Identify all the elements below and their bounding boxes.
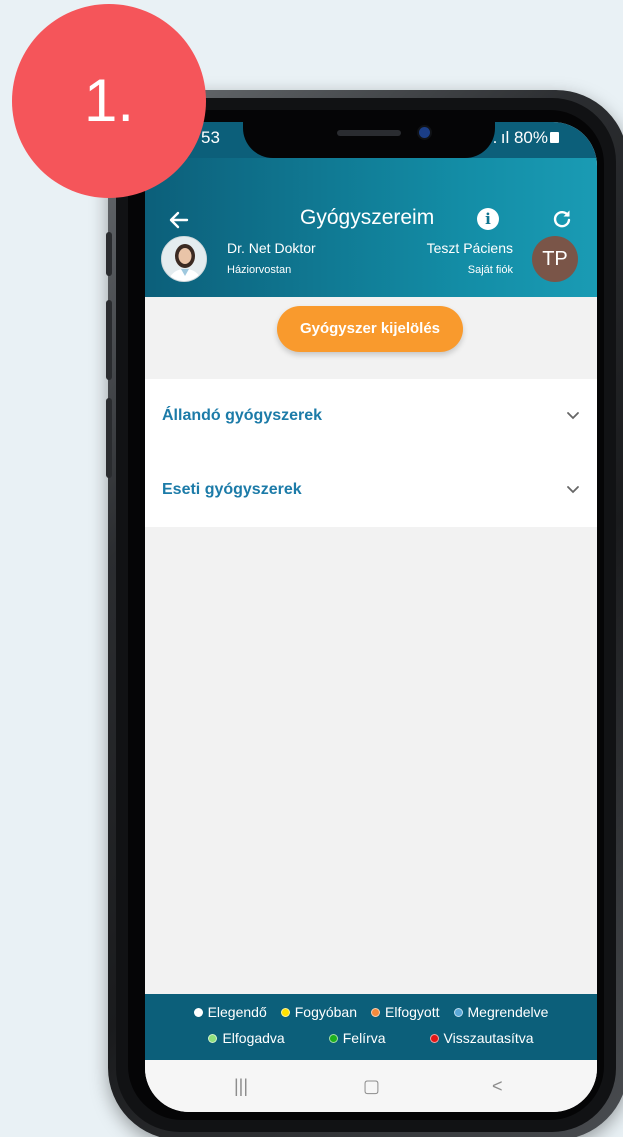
legend-label: Elegendő [207, 1004, 267, 1020]
select-medication-button[interactable]: Gyógyszer kijelölés [277, 306, 463, 352]
legend-label: Elfogyott [385, 1004, 440, 1020]
legend-dot [280, 1007, 290, 1017]
legend-label: Visszautasítva [443, 1030, 534, 1046]
back-arrow-icon[interactable] [167, 208, 191, 232]
accordion-label: Eseti gyógyszerek [162, 481, 302, 498]
home-button[interactable]: ▢ [363, 1076, 380, 1097]
chevron-down-icon [567, 412, 579, 420]
earpiece-speaker [337, 130, 401, 136]
status-time: 53 [201, 128, 220, 147]
app-screen: 53 … . ıl 80% Gyógyszereim i Dr. Net Dok… [145, 122, 597, 1112]
legend-dot [208, 1033, 218, 1043]
legend-label: Elfogadva [222, 1030, 285, 1046]
legend-dot [371, 1007, 381, 1017]
front-camera [419, 127, 430, 138]
volume-button [106, 300, 112, 380]
legend-dot [328, 1033, 338, 1043]
legend-item: Felírva [328, 1030, 386, 1046]
legend-item: Visszautasítva [429, 1030, 534, 1046]
medication-accordion: Állandó gyógyszerek Eseti gyógyszerek [145, 379, 597, 527]
patient-avatar[interactable]: TP [532, 236, 578, 282]
legend-label: Felírva [342, 1030, 386, 1046]
accordion-item-permanent[interactable]: Állandó gyógyszerek [145, 379, 597, 453]
doctor-photo-icon [162, 237, 206, 281]
back-nav-button[interactable]: < [492, 1076, 503, 1097]
volume-button [106, 232, 112, 276]
legend-dot [453, 1007, 463, 1017]
legend-item: Elegendő [193, 1004, 267, 1020]
page-title: Gyógyszereim [300, 206, 435, 229]
status-legend: Elegendő Fogyóban Elfogyott Megrendelve … [145, 994, 597, 1060]
doctor-avatar [161, 236, 207, 282]
legend-dot [193, 1007, 203, 1017]
battery-icon [550, 132, 559, 143]
legend-row-1: Elegendő Fogyóban Elfogyott Megrendelve [145, 1004, 597, 1020]
patient-account-label: Saját fiók [467, 264, 513, 276]
legend-item: Elfogadva [208, 1030, 285, 1046]
legend-row-2: Elfogadva Felírva Visszautasítva [145, 1030, 597, 1046]
app-header: Gyógyszereim i [145, 158, 597, 297]
legend-item: Fogyóban [280, 1004, 358, 1020]
refresh-icon[interactable] [550, 207, 574, 231]
legend-item: Megrendelve [453, 1004, 549, 1020]
accordion-label: Állandó gyógyszerek [162, 407, 323, 424]
info-icon[interactable]: i [477, 208, 499, 230]
accordion-item-occasional[interactable]: Eseti gyógyszerek [145, 453, 597, 527]
legend-dot [429, 1033, 439, 1043]
legend-label: Megrendelve [467, 1004, 549, 1020]
android-nav-bar: ||| ▢ < [145, 1060, 597, 1112]
chevron-down-icon [567, 486, 579, 494]
doctor-name: Dr. Net Doktor [227, 240, 316, 256]
step-badge: 1. [12, 4, 206, 198]
legend-item: Elfogyott [371, 1004, 440, 1020]
legend-label: Fogyóban [294, 1004, 358, 1020]
patient-name: Teszt Páciens [426, 240, 513, 256]
recents-button[interactable]: ||| [234, 1076, 248, 1097]
doctor-role: Háziorvostan [227, 264, 292, 276]
volume-button [106, 398, 112, 478]
